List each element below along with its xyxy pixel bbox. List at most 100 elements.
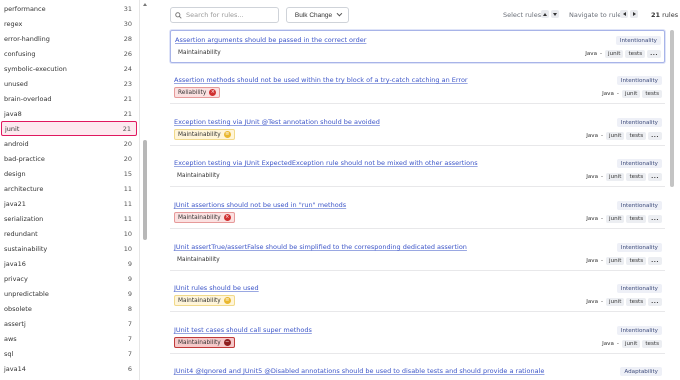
tag-chip[interactable]: tests bbox=[626, 132, 647, 140]
facet-item-confusing[interactable]: confusing 26 bbox=[0, 46, 138, 61]
tag-chip[interactable]: junit bbox=[621, 340, 641, 348]
facet-item-privacy[interactable]: privacy 9 bbox=[0, 271, 138, 286]
rule-title-link[interactable]: JUnit assertions should not be used in "… bbox=[174, 201, 346, 209]
facet-item-symbolic-execution[interactable]: symbolic-execution 24 bbox=[0, 61, 138, 76]
clean-code-attribute-badge[interactable]: Intentionality bbox=[616, 159, 662, 168]
rule-language: Java bbox=[602, 91, 614, 97]
more-tags-button[interactable]: ... bbox=[647, 50, 661, 58]
facet-item-architecture[interactable]: architecture 11 bbox=[0, 181, 138, 196]
rule-row[interactable]: Assertion arguments should be passed in … bbox=[170, 30, 665, 63]
tag-chip[interactable]: junit bbox=[606, 298, 625, 306]
rule-tags: Java - junit tests bbox=[602, 90, 662, 98]
facet-item-count: 7 bbox=[127, 349, 132, 358]
main-scrollbar-thumb[interactable] bbox=[670, 30, 674, 187]
more-tags-button[interactable]: ... bbox=[648, 298, 662, 306]
facet-item-junit[interactable]: junit 21 bbox=[1, 121, 137, 136]
rule-title-link[interactable]: Assertion methods should not be used wit… bbox=[174, 76, 468, 84]
facet-item-unpredictable[interactable]: unpredictable 9 bbox=[0, 286, 138, 301]
rule-tags: Java - junit tests... bbox=[586, 257, 662, 265]
rule-title-link[interactable]: JUnit test cases should call super metho… bbox=[174, 326, 312, 334]
facet-item-performance[interactable]: performance 31 bbox=[0, 1, 138, 16]
software-quality-badge[interactable]: Maintainability ≡ bbox=[174, 295, 235, 306]
facet-item-count: 31 bbox=[123, 4, 132, 13]
facet-item-bad-practice[interactable]: bad-practice 20 bbox=[0, 151, 138, 166]
facet-item-obsolete[interactable]: obsolete 8 bbox=[0, 301, 138, 316]
rule-title-link[interactable]: Exception testing via JUnit @Test annota… bbox=[174, 118, 380, 126]
rule-title-link[interactable]: JUnit rules should be used bbox=[174, 284, 259, 292]
bulk-change-label: Bulk Change bbox=[294, 11, 333, 19]
facet-item-sql[interactable]: sql 7 bbox=[0, 346, 138, 361]
severity-high-icon: × bbox=[209, 89, 217, 96]
tag-chip[interactable]: tests bbox=[626, 215, 647, 223]
navigate-to-rule-hint: Navigate to rule bbox=[569, 11, 622, 19]
rule-title-link[interactable]: Assertion arguments should be passed in … bbox=[175, 36, 366, 44]
tag-chip[interactable]: junit bbox=[606, 257, 625, 265]
sidebar-scrollbar-thumb[interactable] bbox=[143, 140, 147, 240]
tag-chip[interactable]: tests bbox=[642, 340, 662, 348]
facet-item-java21[interactable]: java21 11 bbox=[0, 196, 138, 211]
tag-chip[interactable]: tests bbox=[626, 298, 647, 306]
facet-item-unused[interactable]: unused 23 bbox=[0, 76, 138, 91]
facet-item-java14[interactable]: java14 6 bbox=[0, 361, 138, 376]
rule-row[interactable]: JUnit test cases should call super metho… bbox=[170, 321, 665, 354]
facet-item-redundant[interactable]: redundant 10 bbox=[0, 226, 138, 241]
rule-title-link[interactable]: JUnit4 @Ignored and JUnit5 @Disabled ann… bbox=[174, 367, 544, 375]
tag-chip[interactable]: tests bbox=[626, 173, 647, 181]
clean-code-attribute-badge[interactable]: Intentionality bbox=[616, 118, 662, 127]
sidebar-scroll-up-arrow[interactable] bbox=[143, 3, 147, 6]
facet-item-error-handling[interactable]: error-handling 28 bbox=[0, 31, 138, 46]
clean-code-attribute-badge[interactable]: Intentionality bbox=[616, 76, 662, 85]
rule-row[interactable]: Assertion methods should not be used wit… bbox=[170, 71, 665, 104]
facet-item-sustainability[interactable]: sustainability 10 bbox=[0, 241, 138, 256]
rule-title-link[interactable]: JUnit assertTrue/assertFalse should be s… bbox=[174, 243, 467, 251]
tag-chip[interactable]: junit bbox=[606, 173, 625, 181]
more-tags-button[interactable]: ... bbox=[648, 132, 662, 140]
software-quality-badge[interactable]: Maintainability ≡ bbox=[174, 129, 235, 140]
software-quality-badge[interactable]: Maintainability − bbox=[174, 337, 235, 348]
facet-item-java16[interactable]: java16 9 bbox=[0, 256, 138, 271]
software-quality-badge[interactable]: Maintainability ≡ bbox=[174, 254, 233, 265]
rule-row[interactable]: JUnit4 @Ignored and JUnit5 @Disabled ann… bbox=[170, 362, 665, 380]
more-tags-button[interactable]: ... bbox=[648, 173, 662, 181]
search-input[interactable] bbox=[186, 11, 276, 19]
facet-item-assertj[interactable]: assertj 7 bbox=[0, 316, 138, 331]
software-quality-badge[interactable]: Reliability × bbox=[174, 87, 221, 98]
software-quality-badge[interactable]: Maintainability ≡ bbox=[174, 170, 233, 181]
rule-row[interactable]: Exception testing via JUnit @Test annota… bbox=[170, 113, 665, 146]
clean-code-attribute-badge[interactable]: Adaptability bbox=[620, 367, 662, 376]
facet-item-count: 21 bbox=[123, 94, 132, 103]
software-quality-badge[interactable]: Maintainability × bbox=[174, 212, 235, 223]
clean-code-attribute-badge[interactable]: Intentionality bbox=[616, 201, 662, 210]
facet-item-android[interactable]: android 20 bbox=[0, 136, 138, 151]
software-quality-badge[interactable]: Maintainability ≡ bbox=[175, 47, 234, 58]
facet-item-finding[interactable]: finding5 bbox=[0, 376, 138, 380]
rule-search-box[interactable] bbox=[170, 7, 279, 23]
facet-item-serialization[interactable]: serialization 11 bbox=[0, 211, 138, 226]
clean-code-attribute-badge[interactable]: Intentionality bbox=[616, 326, 662, 335]
facet-item-aws[interactable]: aws 7 bbox=[0, 331, 138, 346]
clean-code-attribute-badge[interactable]: Intentionality bbox=[616, 243, 662, 252]
bulk-change-button[interactable]: Bulk Change bbox=[286, 7, 349, 23]
rule-row[interactable]: Exception testing via JUnit ExpectedExce… bbox=[170, 154, 665, 187]
facet-item-regex[interactable]: regex 30 bbox=[0, 16, 138, 31]
tag-chip[interactable]: tests bbox=[626, 257, 647, 265]
tag-chip[interactable]: junit bbox=[606, 132, 625, 140]
clean-code-attribute-badge[interactable]: Intentionality bbox=[615, 36, 661, 45]
tag-chip[interactable]: tests bbox=[642, 90, 662, 98]
facet-item-design[interactable]: design 15 bbox=[0, 166, 138, 181]
clean-code-attribute-badge[interactable]: Intentionality bbox=[616, 284, 662, 293]
software-quality-label: Maintainability bbox=[178, 214, 221, 221]
more-tags-button[interactable]: ... bbox=[648, 215, 662, 223]
more-tags-button[interactable]: ... bbox=[648, 257, 662, 265]
tag-chip[interactable]: junit bbox=[621, 90, 641, 98]
facet-item-label: junit bbox=[5, 124, 20, 133]
facet-item-brain-overload[interactable]: brain-overload 21 bbox=[0, 91, 138, 106]
rule-title-link[interactable]: Exception testing via JUnit ExpectedExce… bbox=[174, 159, 478, 167]
facet-item-java8[interactable]: java8 21 bbox=[0, 106, 138, 121]
tag-chip[interactable]: junit bbox=[605, 50, 624, 58]
rule-row[interactable]: JUnit assertTrue/assertFalse should be s… bbox=[170, 238, 665, 271]
tag-chip[interactable]: tests bbox=[625, 50, 646, 58]
tag-chip[interactable]: junit bbox=[606, 215, 625, 223]
rule-row[interactable]: JUnit rules should be used Maintainabilit… bbox=[170, 279, 665, 312]
rule-row[interactable]: JUnit assertions should not be used in "… bbox=[170, 196, 665, 229]
